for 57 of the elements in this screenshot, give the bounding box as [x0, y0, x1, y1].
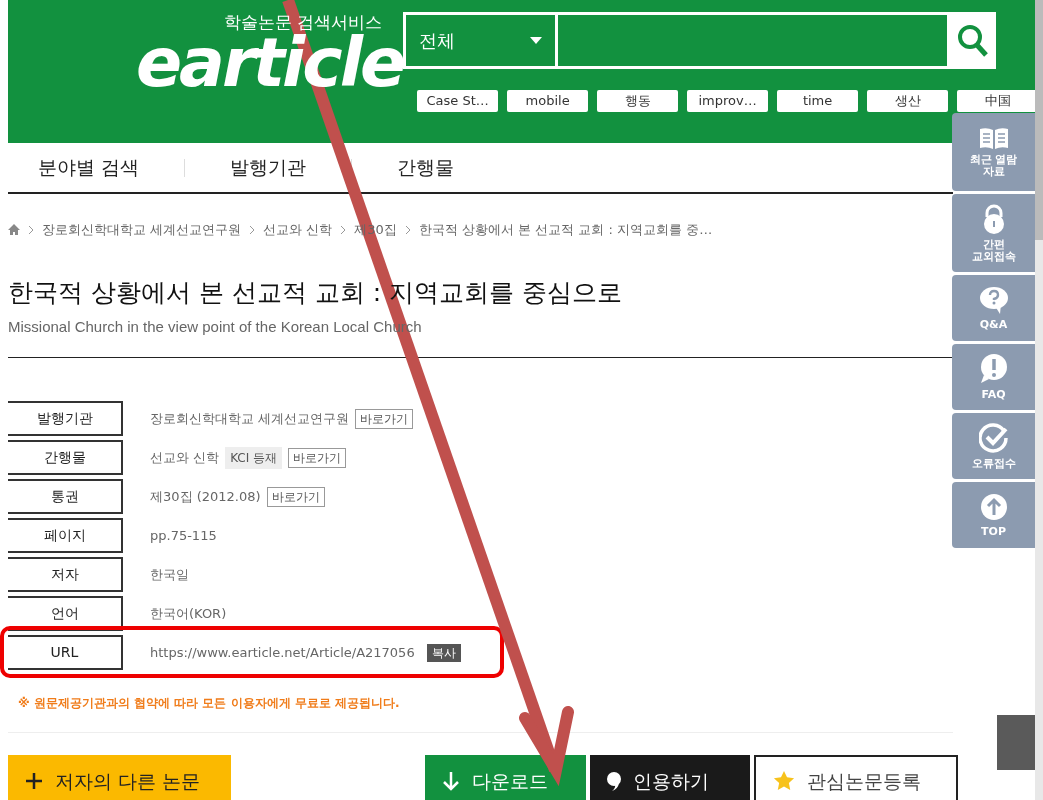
scroll-thumb[interactable] [997, 715, 1035, 770]
keyword-tag[interactable]: mobile [507, 90, 589, 112]
download-button[interactable]: 다운로드 [425, 755, 586, 800]
keyword-tag[interactable]: 행동 [597, 90, 679, 112]
keyword-tag[interactable]: 생산 [867, 90, 949, 112]
home-icon[interactable] [8, 224, 20, 236]
keyword-tag[interactable]: Case St… [417, 90, 499, 112]
field-value: 장로회신학대학교 세계선교연구원 [150, 409, 350, 428]
nav-link[interactable]: 분야별 검색 [8, 153, 170, 182]
field-value: 제30집 (2012.08) [150, 487, 261, 506]
nav-link[interactable]: 발행기관 [200, 153, 337, 182]
plus-icon [25, 772, 43, 790]
chevron-icon [404, 224, 411, 235]
caret-icon [530, 36, 543, 45]
goto-button[interactable]: 바로가기 [288, 447, 347, 468]
goto-button[interactable]: 바로가기 [266, 486, 325, 507]
down-arrow-icon [442, 771, 461, 791]
bookmark-button[interactable]: 관심논문등록 [753, 755, 958, 800]
nav-link[interactable]: 간행물 [367, 153, 485, 182]
field-value: https://www.earticle.net/Article/A217056 [150, 643, 415, 662]
field-label: 페이지 [8, 518, 123, 553]
lock-icon [981, 203, 1006, 234]
breadcrumb-link[interactable]: 선교와 신학 [263, 220, 333, 240]
speech-bubble-icon [978, 285, 1009, 314]
kci-badge: KCI 등재 [225, 446, 283, 469]
notice-text: ※ 원문제공기관과의 협약에 따라 모든 이용자에게 무료로 제공됩니다. [18, 695, 401, 712]
field-value: 한국어(KOR) [150, 604, 227, 623]
copy-button[interactable]: 복사 [426, 643, 461, 662]
chevron-icon [249, 224, 256, 235]
search-field[interactable] [558, 12, 951, 69]
scope-dropdown[interactable]: 전체 [403, 12, 559, 69]
search-button[interactable] [950, 12, 997, 69]
search-icon [957, 23, 990, 58]
field-value: 한국일 [150, 565, 189, 584]
breadcrumb-link[interactable]: 장로회신학대학교 세계선교연구원 [42, 220, 242, 240]
field-label: 통권 [8, 479, 123, 514]
alert-bubble-icon [978, 353, 1009, 384]
field-label: 발행기관 [8, 401, 123, 436]
keyword-tag[interactable]: time [777, 90, 859, 112]
check-circle-icon [978, 422, 1009, 453]
breadcrumb-link[interactable]: 한국적 상황에서 본 선교적 교회 : 지역교회를 중… [418, 220, 713, 240]
field-label: 간행물 [8, 440, 123, 475]
field-label: 저자 [8, 557, 123, 592]
field-label: URL [8, 635, 123, 670]
star-icon [772, 770, 795, 792]
field-value: pp.75-115 [150, 526, 217, 545]
quote-icon [606, 771, 621, 791]
field-label: 언어 [8, 596, 123, 631]
chevron-icon [340, 224, 347, 235]
goto-button[interactable]: 바로가기 [355, 408, 414, 429]
chevron-icon [28, 224, 34, 235]
scrollbar[interactable] [1035, 0, 1043, 800]
other-papers-button[interactable]: 저자의 다른 논문 [8, 755, 232, 800]
keyword-tag[interactable]: improv… [687, 90, 769, 112]
field-value: 선교와 신학 [150, 448, 220, 467]
book-icon [978, 126, 1009, 149]
cite-button[interactable]: 인용하기 [589, 755, 750, 800]
